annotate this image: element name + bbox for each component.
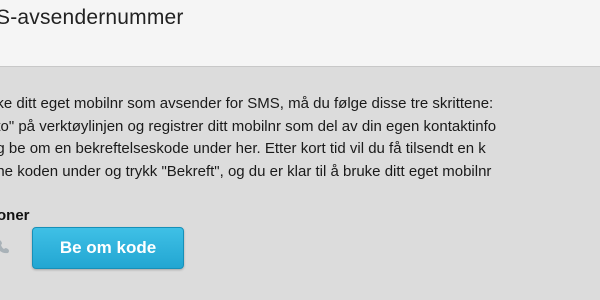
instructions-text: uke ditt eget mobilnr som avsender for S… [0, 93, 600, 183]
phone-icon [0, 237, 12, 255]
page-title: S-avsendernummer [0, 6, 184, 29]
request-code-button[interactable]: Be om kode [32, 227, 184, 269]
instruction-line: og be om en bekreftelseskode under her. … [0, 140, 486, 157]
phone-label: foner [0, 207, 30, 224]
instruction-line: uke ditt eget mobilnr som avsender for S… [0, 95, 494, 112]
instruction-line: nne koden under og trykk "Bekreft", og d… [0, 162, 492, 180]
page-header: S-avsendernummer [0, 0, 600, 67]
content-panel: uke ditt eget mobilnr som avsender for S… [0, 67, 600, 300]
instruction-line: nto" på verktøylinjen og registrer ditt … [0, 117, 497, 135]
